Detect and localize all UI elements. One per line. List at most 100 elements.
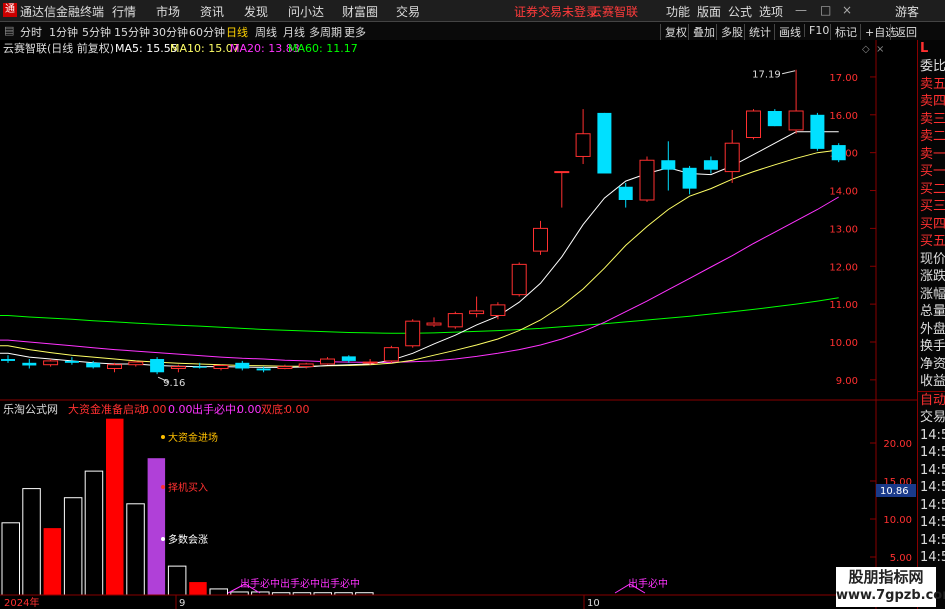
period-tab-weekly[interactable]: 周线 bbox=[255, 24, 277, 40]
candle-body bbox=[554, 171, 570, 174]
auto-mode-toggle[interactable]: 自动 bbox=[918, 390, 945, 410]
back-button[interactable]: 返回 bbox=[890, 24, 917, 40]
candle-body bbox=[107, 364, 122, 369]
indicator-label-3: 出手必中: bbox=[192, 402, 240, 416]
menu-item-news[interactable]: 资讯 bbox=[200, 3, 224, 20]
draw-line-button[interactable]: 画线 bbox=[774, 24, 801, 40]
candle-body bbox=[746, 110, 761, 139]
menu-item-quotes[interactable]: 行情 bbox=[112, 3, 136, 20]
quote-label-ask5: 卖五 bbox=[920, 76, 945, 92]
candle-body bbox=[235, 362, 250, 369]
quote-label-outer: 外盘 bbox=[920, 321, 945, 337]
period-tab-15min[interactable]: 15分钟 bbox=[114, 24, 150, 40]
quote-label-change: 涨跌 bbox=[920, 269, 945, 284]
indicator-bar bbox=[147, 458, 166, 595]
panel-badge[interactable]: L bbox=[918, 40, 945, 58]
indicator-tick-label: 5.00 bbox=[890, 553, 912, 564]
price-tick-label: 16.00 bbox=[829, 111, 858, 122]
x-label-oct: 10 bbox=[587, 598, 600, 609]
quote-side-panel: L 委比 卖五 卖四 卖三 卖二 卖一 买一 买二 买三 买四 买五 现价 涨跌… bbox=[917, 40, 945, 609]
menu-item-trade[interactable]: 交易 bbox=[396, 3, 420, 20]
tick-time: 14:5 bbox=[920, 497, 945, 513]
high-price-label: 17.19 bbox=[752, 70, 781, 81]
indicator-value-4: 0.00 bbox=[285, 403, 310, 416]
menu-item-options[interactable]: 选项 bbox=[759, 3, 783, 20]
quote-label-bid5: 买五 bbox=[920, 234, 945, 249]
menu-item-function[interactable]: 功能 bbox=[666, 3, 690, 20]
candle-body bbox=[618, 186, 633, 200]
candle-body bbox=[831, 145, 846, 161]
tick-time: 14:5 bbox=[920, 462, 945, 478]
price-tick-label: 14.00 bbox=[829, 187, 858, 198]
period-tab-daily[interactable]: 日线 bbox=[226, 24, 248, 40]
annotation-must-hit-series: 出手必中出手必中出手必中 bbox=[240, 577, 360, 590]
candle-body bbox=[1, 359, 15, 361]
overlay-button[interactable]: 叠加 bbox=[688, 24, 715, 40]
period-tab-intraday[interactable]: 分时 bbox=[20, 24, 42, 40]
diamond-icon[interactable]: ◇ bbox=[862, 44, 870, 55]
menu-item-layout[interactable]: 版面 bbox=[697, 3, 721, 20]
close-icon[interactable]: × bbox=[842, 3, 852, 17]
candle-body bbox=[86, 362, 101, 368]
guest-label[interactable]: 游客 bbox=[895, 3, 919, 20]
menu-item-formula[interactable]: 公式 bbox=[728, 3, 752, 20]
candle-body bbox=[490, 304, 506, 316]
indicator-value-3: 0.00 bbox=[237, 403, 262, 416]
candle-body bbox=[298, 363, 314, 368]
menu-item-discover[interactable]: 发现 bbox=[244, 3, 268, 20]
watermark-line2: www.7gpzb.com bbox=[836, 588, 945, 603]
quote-label-ask4: 卖四 bbox=[920, 94, 945, 109]
period-tab-more[interactable]: 更多 bbox=[344, 24, 366, 40]
kline-chart[interactable]: 云赛智联(日线 前复权) MA5: 15.55 MA10: 15.07 MA20… bbox=[0, 40, 917, 609]
candle-body bbox=[22, 362, 37, 366]
candle-body bbox=[788, 110, 804, 131]
menu-item-market[interactable]: 市场 bbox=[156, 3, 180, 20]
period-tab-60min[interactable]: 60分钟 bbox=[189, 24, 225, 40]
quote-label-bid2: 买二 bbox=[920, 181, 945, 197]
candle-body bbox=[639, 159, 655, 201]
site-watermark: 股朋指标网 www.7gpzb.com bbox=[836, 567, 945, 607]
price-tick-label: 10.00 bbox=[829, 338, 858, 349]
price-tick-label: 13.00 bbox=[829, 224, 858, 235]
f10-button[interactable]: F10 bbox=[804, 24, 829, 37]
price-tick-label: 17.00 bbox=[829, 73, 858, 84]
menu-item-wealth[interactable]: 财富圈 bbox=[342, 3, 378, 20]
candle-body bbox=[405, 320, 421, 347]
tick-time: 14:5 bbox=[920, 515, 945, 530]
top-menubar: 通 通达信金融终端 行情 市场 资讯 发现 问小达 财富圈 交易 证券交易未登录… bbox=[0, 0, 945, 22]
candle-body bbox=[469, 310, 485, 315]
app-title: 通达信金融终端 bbox=[20, 5, 105, 19]
annotation-must-hit: 出手必中 bbox=[628, 577, 668, 590]
period-tab-1min[interactable]: 1分钟 bbox=[49, 24, 78, 40]
quote-label-ask2: 卖二 bbox=[920, 129, 945, 144]
trade-tab[interactable]: 交易 bbox=[918, 409, 945, 427]
trade-login-warning[interactable]: 证券交易未登录 bbox=[514, 3, 598, 20]
x-label-sep: 9 bbox=[179, 598, 185, 609]
mark-button[interactable]: 标记 bbox=[830, 24, 857, 40]
candle-body bbox=[362, 361, 378, 364]
indicator-value-2: 0.00 bbox=[168, 403, 193, 416]
maximize-icon[interactable]: □ bbox=[820, 3, 831, 17]
period-toolbar: ▤ 分时 1分钟 5分钟 15分钟 30分钟 60分钟 日线 周线 月线 多周期… bbox=[0, 22, 945, 41]
candle-body bbox=[256, 368, 271, 371]
period-tab-5min[interactable]: 5分钟 bbox=[82, 24, 111, 40]
tick-time: 14:5 bbox=[920, 427, 945, 443]
period-tab-multi[interactable]: 多周期 bbox=[309, 24, 342, 40]
minimize-icon[interactable]: — bbox=[795, 3, 807, 17]
candle-body bbox=[511, 263, 527, 296]
quote-label-earnings: 收益 bbox=[920, 374, 945, 389]
period-tab-30min[interactable]: 30分钟 bbox=[152, 24, 188, 40]
quote-label-bid4: 买四 bbox=[920, 216, 945, 232]
price-tick-label: 12.00 bbox=[829, 262, 858, 273]
annotation-likely-rise: 多数会涨 bbox=[168, 533, 208, 546]
indicator-current-value: 10.86 bbox=[880, 486, 909, 497]
stats-button[interactable]: 统计 bbox=[744, 24, 771, 40]
period-tab-monthly[interactable]: 月线 bbox=[283, 24, 305, 40]
adjust-button[interactable]: 复权 bbox=[660, 24, 687, 40]
list-icon[interactable]: ▤ bbox=[4, 24, 14, 37]
close-panel-icon[interactable]: × bbox=[876, 44, 884, 55]
indicator-tick-label: 20.00 bbox=[883, 439, 912, 450]
multi-stock-button[interactable]: 多股 bbox=[716, 24, 743, 40]
quote-label-turnover: 换手 bbox=[920, 339, 945, 354]
menu-item-ask[interactable]: 问小达 bbox=[288, 3, 324, 20]
